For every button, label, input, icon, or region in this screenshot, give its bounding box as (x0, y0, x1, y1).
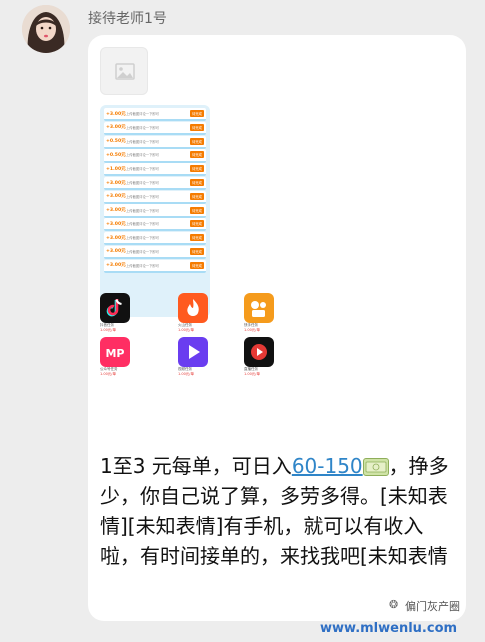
task-description: 上传截图评论一下即可 (126, 222, 159, 227)
wechat-logo-icon: ❂ (389, 598, 399, 611)
task-description: 上传截图评论一下即可 (126, 153, 159, 158)
task-description: 上传截图评论一下即可 (126, 208, 159, 213)
image-placeholder[interactable] (100, 47, 148, 95)
task-row[interactable]: +3.00元 上传截图评论一下即可 待完成 (104, 190, 206, 204)
mp-app-icon[interactable]: MP (100, 337, 130, 367)
task-description: 上传截图评论一下即可 (126, 167, 159, 172)
app-tile[interactable]: 视频任务 1.00元/单 (178, 337, 218, 377)
app-price: 1.00元/单 (244, 328, 260, 332)
task-amount: +3.00元 (106, 235, 126, 241)
svg-text:MP: MP (105, 347, 124, 360)
task-amount: +3.00元 (106, 221, 126, 227)
task-description: 上传截图评论一下即可 (126, 112, 159, 117)
task-action-button[interactable]: 待完成 (190, 261, 204, 269)
task-action-button[interactable]: 待完成 (190, 206, 204, 214)
task-action-button[interactable]: 待完成 (190, 234, 204, 242)
camera-app-icon[interactable] (244, 293, 274, 323)
task-action-button[interactable]: 待完成 (190, 165, 204, 173)
avatar-photo (22, 5, 70, 53)
task-amount: +3.00元 (106, 249, 126, 255)
income-range-link[interactable]: 60-150 (292, 454, 363, 478)
task-action-button[interactable]: 待完成 (190, 137, 204, 145)
task-action-button[interactable]: 待完成 (190, 247, 204, 255)
task-action-button[interactable]: 待完成 (190, 179, 204, 186)
task-description: 上传截图评论一下即可 (126, 263, 159, 268)
task-action-button[interactable]: 待完成 (190, 151, 204, 159)
task-amount: +3.00元 (106, 125, 126, 131)
app-price: 1.00元/单 (178, 372, 194, 376)
task-row[interactable]: +3.00元 上传截图评论一下即可 待完成 (104, 108, 206, 122)
app-price: 1.00元/单 (100, 328, 116, 332)
task-description: 上传截图评论一下即可 (126, 181, 159, 185)
task-action-button[interactable]: 待完成 (190, 220, 204, 228)
task-amount: +0.50元 (106, 152, 126, 158)
task-description: 上传截图评论一下即可 (126, 236, 159, 241)
task-row[interactable]: +3.00元 上传截图评论一下即可 待完成 (104, 204, 206, 218)
message-text-part-1: 1至3 元每单，可日入 (100, 454, 292, 478)
sender-name: 接待老师1号 (88, 11, 167, 27)
video-app-icon[interactable] (244, 337, 274, 367)
app-price: 1.00元/单 (178, 328, 194, 332)
task-row[interactable]: +0.50元 上传截图评论一下即可 待完成 (104, 135, 206, 149)
task-action-button[interactable]: 待完成 (190, 110, 204, 118)
task-row[interactable]: +3.00元 上传截图评论一下即可 待完成 (104, 176, 206, 191)
play-app-icon[interactable] (178, 337, 208, 367)
task-row[interactable]: +3.00元 上传截图评论一下即可 待完成 (104, 259, 206, 273)
task-row[interactable]: +3.00元 上传截图评论一下即可 待完成 (104, 232, 206, 246)
task-amount: +0.50元 (106, 139, 126, 145)
task-description: 上传截图评论一下即可 (126, 194, 159, 199)
app-tile[interactable]: MP 公众号任务 1.00元/单 (100, 337, 140, 377)
app-tile[interactable]: 火山任务 1.00元/单 (178, 293, 218, 333)
task-row[interactable]: +3.00元 上传截图评论一下即可 待完成 (104, 121, 206, 135)
task-row[interactable]: +1.00元 上传截图评论一下即可 待完成 (104, 163, 206, 177)
task-description: 上传截图评论一下即可 (126, 139, 159, 144)
task-description: 上传截图评论一下即可 (126, 249, 159, 254)
task-amount: +1.00元 (106, 166, 126, 172)
app-tile[interactable]: 直播任务 1.00元/单 (244, 337, 284, 377)
watermark-site: www.mlwenlu.com (320, 621, 458, 636)
message-bubble[interactable]: +3.00元 上传截图评论一下即可 待完成 +3.00元 上传截图评论一下即可 待完成 +0… (88, 35, 466, 621)
flame-app-icon[interactable] (178, 293, 208, 323)
task-row[interactable]: +3.00元 上传截图评论一下即可 待完成 (104, 245, 206, 259)
watermark-brand: 偏门灰产圈 (405, 600, 460, 613)
message-text: 1至3 元每单，可日入60-150 ，挣多少，你自己说了算，多劳多得。[未知表情]… (100, 451, 460, 571)
app-tile[interactable]: 快手任务 1.00元/单 (244, 293, 284, 333)
app-price: 1.00元/单 (244, 372, 260, 376)
task-amount: +3.00元 (106, 263, 126, 269)
tiktok-app-icon[interactable] (100, 293, 130, 323)
task-amount: +3.00元 (106, 180, 126, 186)
task-action-button[interactable]: 待完成 (190, 192, 204, 200)
app-tile[interactable]: 抖音任务 1.00元/单 (100, 293, 140, 333)
task-row[interactable]: +0.50元 上传截图评论一下即可 待完成 (104, 149, 206, 163)
task-row[interactable]: +3.00元 上传截图评论一下即可 待完成 (104, 218, 206, 232)
task-action-button[interactable]: 待完成 (190, 123, 204, 131)
task-amount: +3.00元 (106, 208, 126, 214)
money-emoji-icon (362, 458, 389, 476)
image-icon (115, 63, 135, 80)
task-list-screenshot[interactable]: +3.00元 上传截图评论一下即可 待完成 +3.00元 上传截图评论一下即可 待完成 +0… (100, 105, 210, 317)
app-price: 1.00元/单 (100, 372, 116, 376)
task-amount: +3.00元 (106, 111, 126, 117)
task-description: 上传截图评论一下即可 (126, 125, 159, 130)
task-amount: +3.00元 (106, 194, 126, 200)
sender-avatar[interactable] (22, 5, 70, 53)
